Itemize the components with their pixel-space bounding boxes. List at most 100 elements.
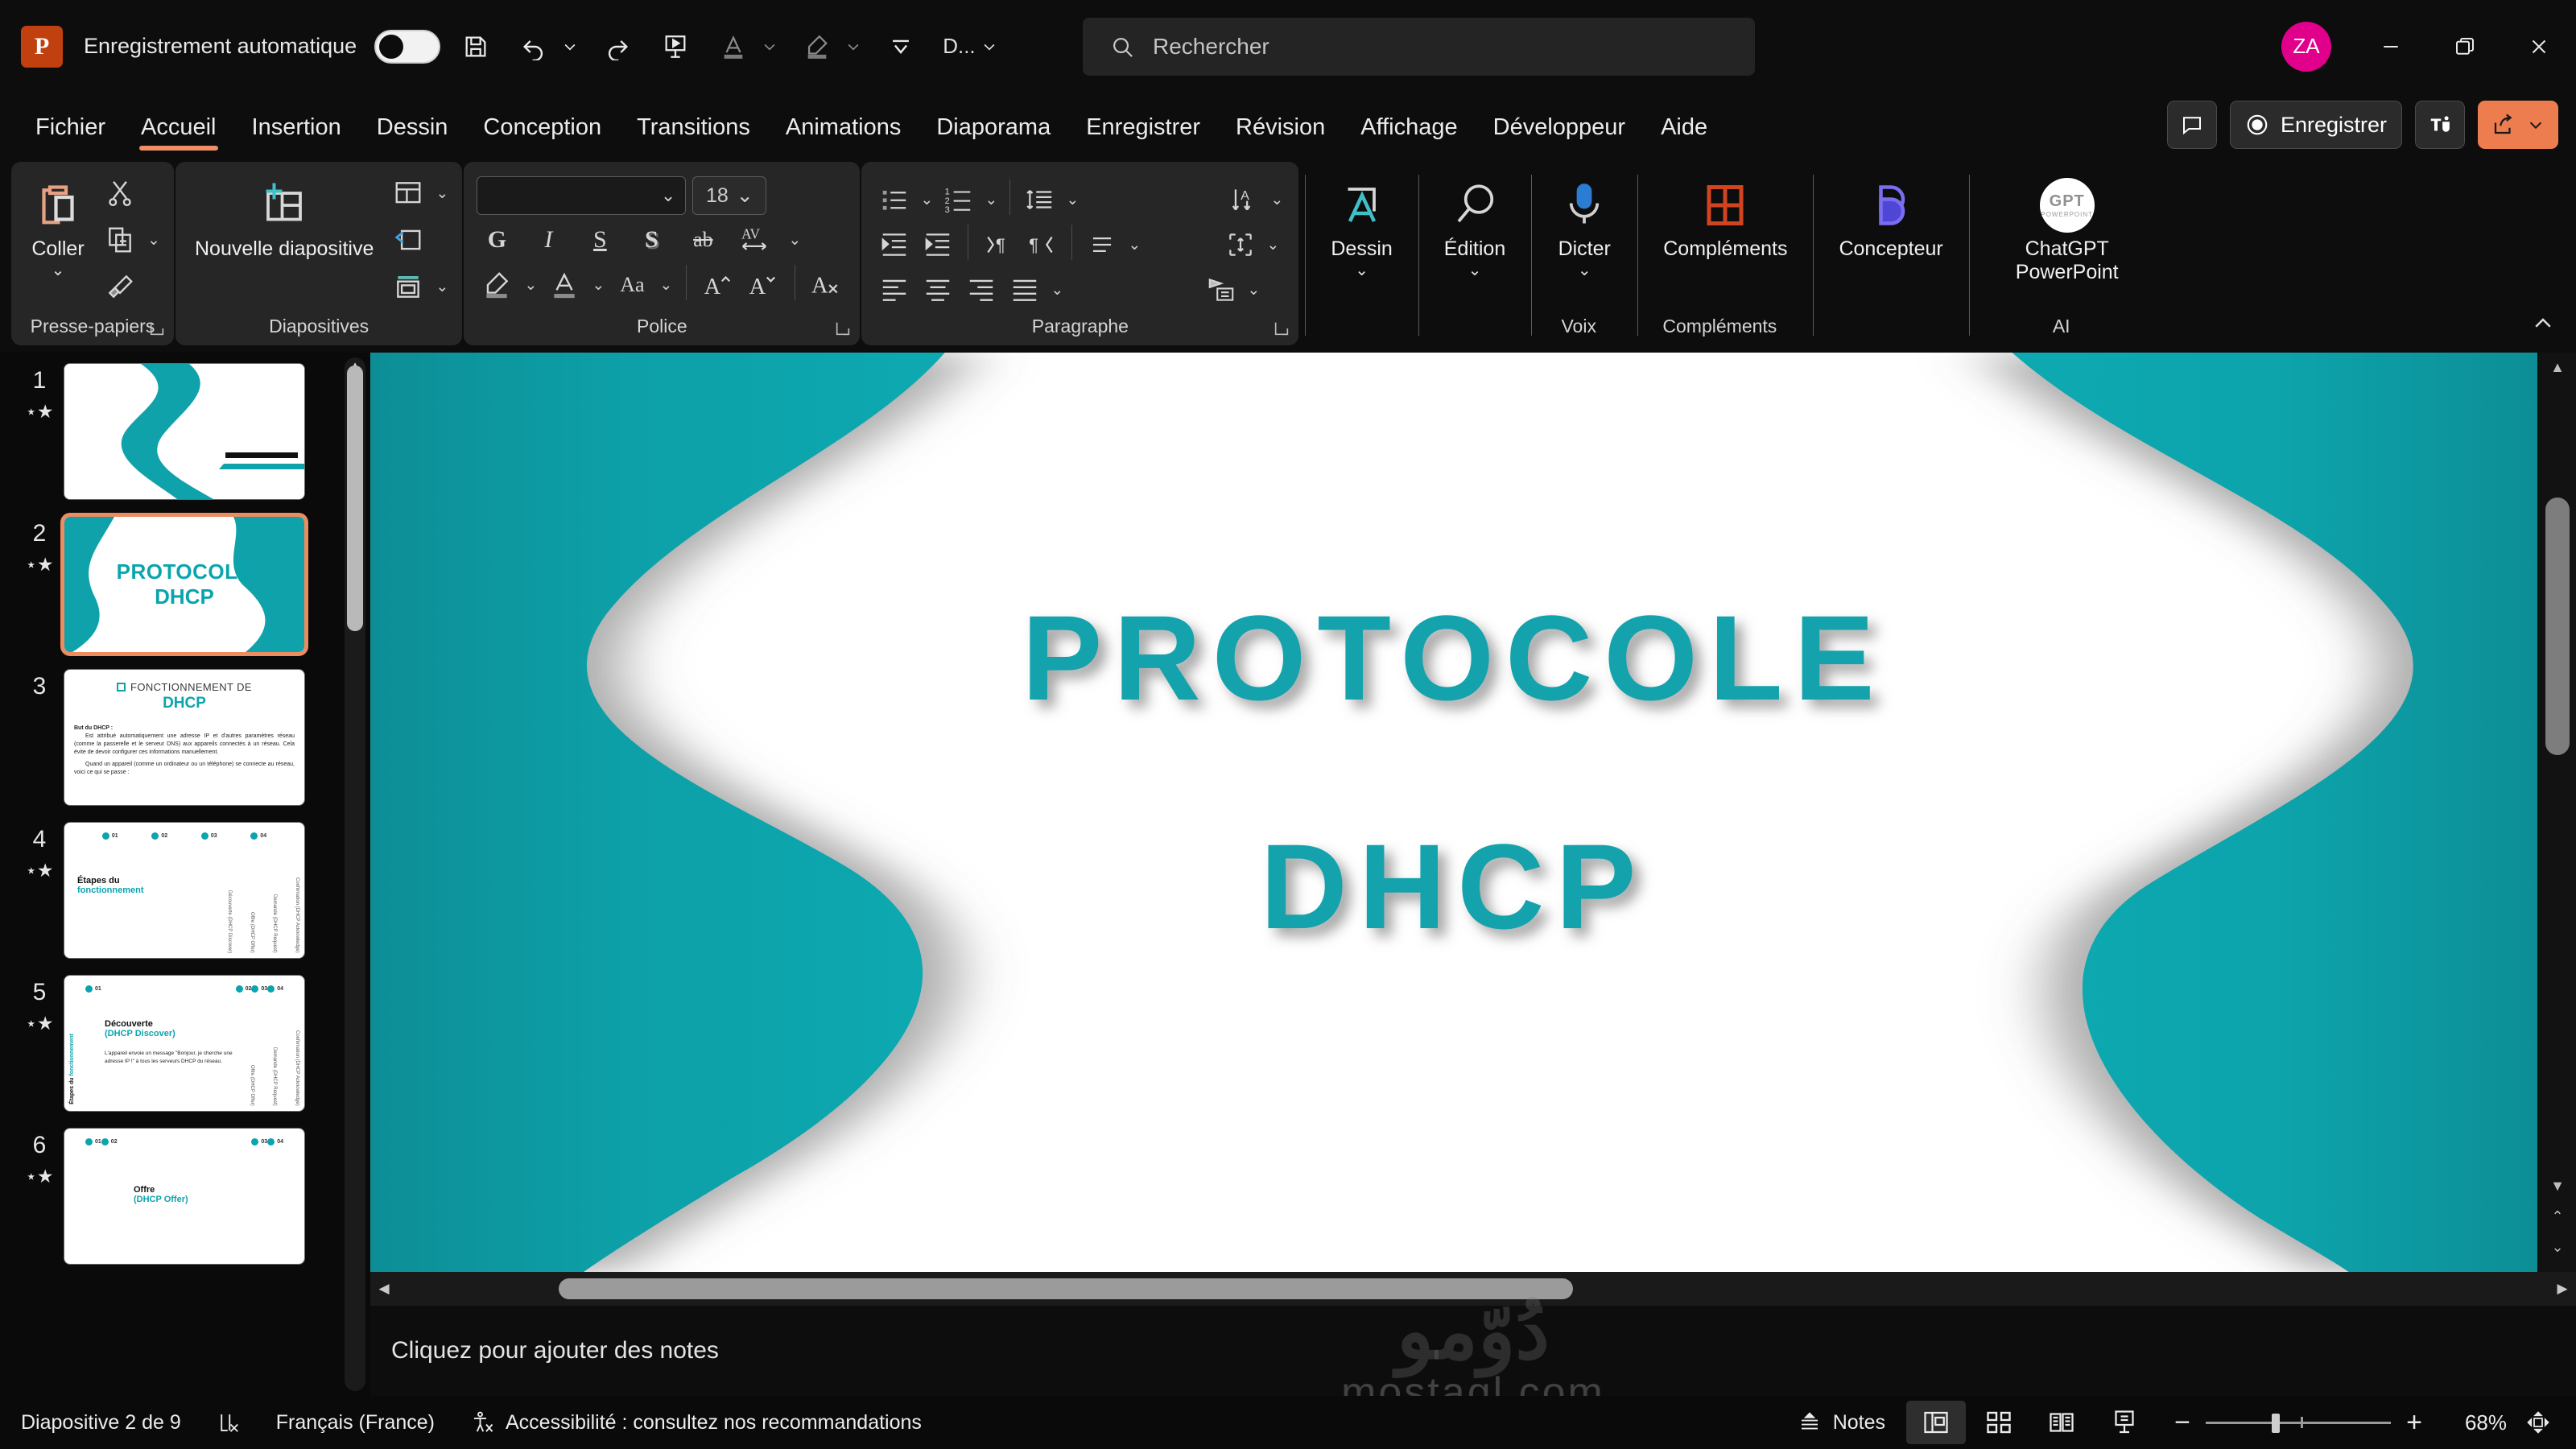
character-spacing-icon[interactable]: AV (734, 220, 774, 260)
thumbnail-slide-2[interactable]: 2 ⋆★ PROTOCOLE DHCP (0, 517, 370, 652)
tab-diaporama[interactable]: Diaporama (919, 114, 1068, 155)
language-indicator[interactable]: Français (France) (258, 1411, 452, 1435)
columns-chevron-down-icon[interactable]: ⌄ (1048, 281, 1066, 299)
share-button[interactable] (2478, 101, 2558, 149)
text-direction-icon[interactable]: A (1224, 180, 1265, 220)
zoom-slider[interactable] (2206, 1410, 2391, 1435)
tab-animations[interactable]: Animations (768, 114, 919, 155)
collapse-ribbon-button[interactable] (2531, 312, 2555, 341)
minimize-button[interactable] (2354, 0, 2428, 93)
notes-pane[interactable]: Cliquez pour ajouter des notes دُوّمو mo… (370, 1289, 2576, 1416)
bold-button[interactable]: G (477, 220, 517, 260)
slide-horizontal-scrollbar[interactable]: ◀ ▶ (370, 1272, 2576, 1306)
restore-button[interactable] (2428, 0, 2502, 93)
font-name-chevron-down-icon[interactable]: ⌄ (661, 185, 675, 206)
clear-formatting-icon[interactable]: A (807, 265, 847, 305)
tab-fichier[interactable]: Fichier (18, 114, 123, 155)
scroll-left-icon[interactable]: ◀ (370, 1281, 398, 1297)
document-name[interactable]: D... (943, 34, 975, 59)
change-case-chevron-down-icon[interactable]: ⌄ (657, 276, 675, 295)
normal-view-button[interactable] (1906, 1401, 1966, 1444)
search-input[interactable]: Rechercher (1083, 18, 1755, 76)
dictate-button[interactable]: Dicter ⌄ (1546, 171, 1623, 283)
text-autofit-icon[interactable] (1220, 225, 1261, 265)
section-icon[interactable] (388, 266, 428, 307)
increase-font-size-icon[interactable]: A (698, 265, 738, 305)
editing-button[interactable]: Édition ⌄ (1433, 171, 1517, 283)
scroll-down-icon[interactable]: ▼ (2539, 1178, 2576, 1195)
tab-transitions[interactable]: Transitions (619, 114, 768, 155)
autosave-toggle[interactable] (374, 29, 441, 64)
bullets-icon[interactable] (874, 180, 914, 220)
undo-chevron-down-icon[interactable] (558, 24, 582, 69)
tab-aide[interactable]: Aide (1643, 114, 1725, 155)
font-dialog-launcher[interactable] (834, 320, 852, 337)
thumbnail-slide-1[interactable]: 1 ⋆★ (0, 364, 370, 499)
slide-counter[interactable]: Diapositive 2 de 9 (0, 1411, 199, 1435)
thumbnail-image[interactable]: 01 02 03 04 Offre (DHCP Offer) (64, 1129, 304, 1264)
tab-developpeur[interactable]: Développeur (1476, 114, 1643, 155)
line-spacing-chevron-down-icon[interactable]: ⌄ (1063, 191, 1081, 209)
slideshow-button[interactable] (2095, 1401, 2154, 1444)
scrollbar-thumb[interactable] (2545, 497, 2570, 755)
decrease-indent-icon[interactable] (874, 225, 914, 265)
text-autofit-chevron-down-icon[interactable]: ⌄ (1264, 236, 1282, 254)
layout-chevron-down-icon[interactable]: ⌄ (433, 184, 451, 203)
thumbnail-slide-6[interactable]: 6 ⋆★ 01 02 03 04 Offre (DHCP Offer) (0, 1129, 370, 1264)
zoom-out-button[interactable]: − (2169, 1409, 2196, 1436)
spellcheck-icon[interactable] (199, 1410, 258, 1435)
line-spacing-icon[interactable] (1020, 180, 1060, 220)
designer-button[interactable]: Concepteur (1827, 171, 1954, 266)
reading-view-button[interactable] (2032, 1401, 2091, 1444)
font-size-chevron-down-icon[interactable]: ⌄ (737, 184, 753, 208)
copy-icon[interactable] (100, 220, 140, 260)
comments-button[interactable] (2166, 101, 2217, 149)
convert-to-smartart-icon[interactable] (1201, 270, 1241, 310)
font-color-ribbon-icon[interactable] (544, 265, 584, 305)
paragraph-dialog-launcher[interactable] (1273, 320, 1290, 337)
tab-revision[interactable]: Révision (1218, 114, 1343, 155)
slide-sorter-button[interactable] (1969, 1401, 2029, 1444)
scrollbar-thumb[interactable] (347, 365, 363, 631)
scroll-right-icon[interactable]: ▶ (2549, 1281, 2576, 1297)
increase-indent-icon[interactable] (918, 225, 958, 265)
clipboard-dialog-launcher[interactable] (148, 320, 166, 337)
zoom-slider-handle[interactable] (2272, 1414, 2280, 1433)
decrease-font-size-icon[interactable]: A (743, 265, 783, 305)
font-color-ribbon-chevron-down-icon[interactable]: ⌄ (589, 276, 607, 295)
tab-conception[interactable]: Conception (465, 114, 619, 155)
save-icon[interactable] (453, 24, 498, 69)
addins-button[interactable]: Compléments (1652, 171, 1798, 266)
previous-slide-icon[interactable]: ⌃ (2539, 1208, 2576, 1225)
fit-slide-to-window-button[interactable] (2516, 1409, 2560, 1436)
slide-subtitle[interactable]: DHCP (370, 817, 2537, 956)
teams-button[interactable] (2415, 101, 2465, 149)
italic-button[interactable]: I (528, 220, 568, 260)
numbering-icon[interactable]: 123 (939, 180, 979, 220)
close-button[interactable] (2502, 0, 2576, 93)
reset-slide-icon[interactable] (388, 220, 428, 260)
thumbnail-slide-4[interactable]: 4 ⋆★ 01 02 03 04 Étapes du fonctionnemen… (0, 823, 370, 958)
align-text-icon[interactable] (1082, 225, 1122, 265)
numbering-chevron-down-icon[interactable]: ⌄ (982, 191, 1000, 209)
drawing-button[interactable]: Dessin ⌄ (1319, 171, 1403, 283)
text-highlight-chevron-down-icon[interactable]: ⌄ (522, 276, 539, 295)
thumbnail-slide-3[interactable]: 3 FONCTIONNEMENT DE DHCP But du DHCP : E… (0, 670, 370, 805)
justify-icon[interactable] (1005, 270, 1045, 310)
scrollbar-thumb[interactable] (559, 1278, 1573, 1299)
thumbnail-image[interactable] (64, 364, 304, 499)
text-shadow-button[interactable]: S (631, 220, 671, 260)
editing-chevron-down-icon[interactable]: ⌄ (1468, 262, 1482, 279)
thumbnail-slide-5[interactable]: 5 ⋆★ 01 02 03 04 Découverte (DHCP Discov… (0, 976, 370, 1111)
chatgpt-powerpoint-button[interactable]: GPT POWERPOINT ChatGPT PowerPoint (1984, 171, 2151, 288)
zoom-level[interactable]: 68% (2438, 1410, 2507, 1435)
text-direction-chevron-down-icon[interactable]: ⌄ (1268, 191, 1286, 209)
thumbnail-image[interactable]: 01 02 03 04 Découverte (DHCP Discover) L… (64, 976, 304, 1111)
bullets-chevron-down-icon[interactable]: ⌄ (918, 191, 935, 209)
layout-icon[interactable] (388, 173, 428, 213)
dictate-chevron-down-icon[interactable]: ⌄ (1578, 262, 1591, 279)
start-slideshow-icon[interactable] (653, 24, 698, 69)
font-size-input[interactable]: 18 ⌄ (692, 176, 767, 215)
change-case-icon[interactable]: Aa (612, 265, 652, 305)
hscroll-track[interactable] (398, 1272, 2549, 1306)
